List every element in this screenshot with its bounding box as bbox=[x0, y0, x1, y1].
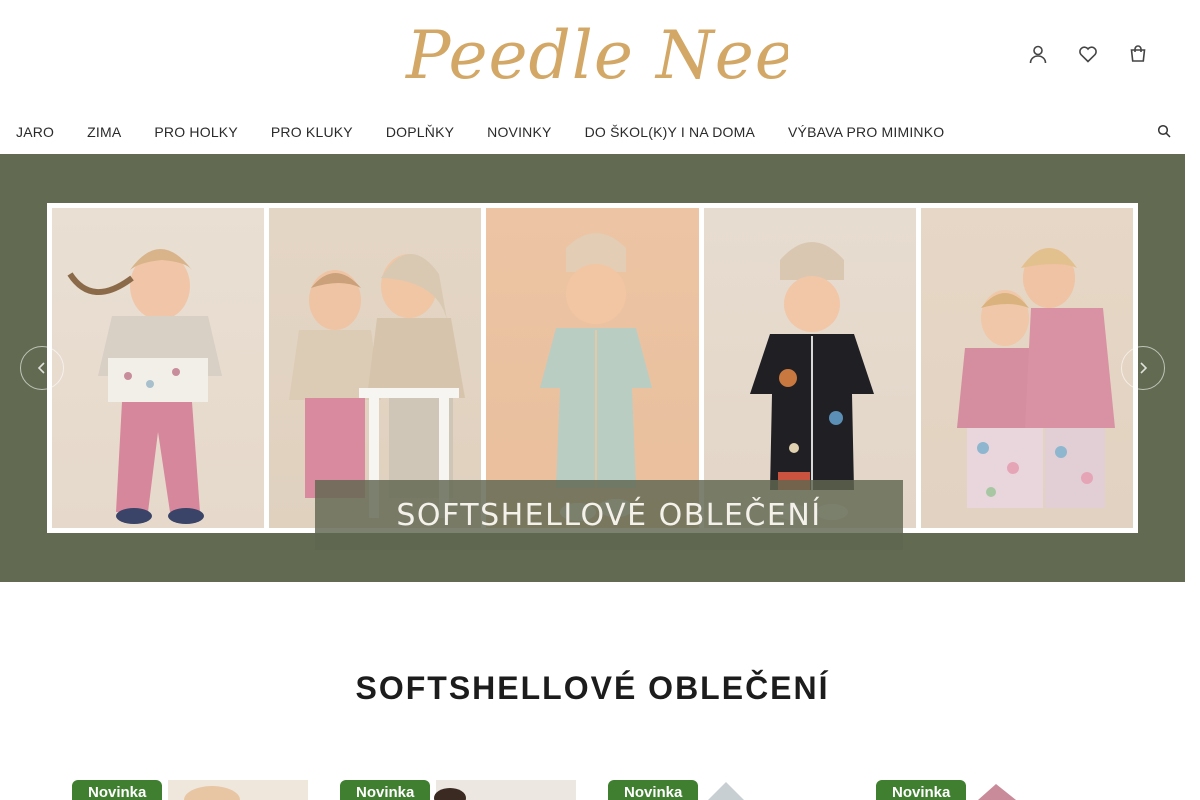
hero-banner-text: SOFTSHELLOVÉ OBLEČENÍ bbox=[396, 497, 822, 533]
nav-item-jaro[interactable]: JARO bbox=[16, 124, 54, 140]
search-icon[interactable] bbox=[1157, 124, 1171, 138]
hero-banner: SOFTSHELLOVÉ OBLEČENÍ bbox=[315, 480, 903, 550]
nav-item-do-skolky[interactable]: DO ŠKOL(K)Y I NA DOMA bbox=[585, 124, 755, 140]
nav-item-pro-kluky[interactable]: PRO KLUKY bbox=[271, 124, 353, 140]
nav-list: JARO ZIMA PRO HOLKY PRO KLUKY DOPLŇKY NO… bbox=[0, 110, 977, 154]
hero-photo bbox=[52, 208, 265, 528]
novinka-badge: Novinka bbox=[72, 780, 163, 800]
section-title: SOFTSHELLOVÉ OBLEČENÍ bbox=[355, 670, 830, 706]
chevron-right-icon bbox=[1140, 362, 1148, 374]
product-card[interactable]: Novinka bbox=[876, 780, 1112, 800]
nav-item-doplnky[interactable]: DOPLŇKY bbox=[386, 124, 454, 140]
logo-text: Peedle Needle bbox=[405, 17, 788, 94]
heart-icon[interactable] bbox=[1077, 42, 1099, 66]
nav-item-vybava-pro-miminko[interactable]: VÝBAVA PRO MIMINKO bbox=[788, 124, 944, 140]
novinka-badge: Novinka bbox=[608, 780, 699, 800]
cart-icon[interactable] bbox=[1127, 42, 1149, 66]
nav-item-zima[interactable]: ZIMA bbox=[87, 124, 121, 140]
site-header: Peedle Needle bbox=[0, 0, 1185, 110]
hero-photo bbox=[915, 208, 1134, 528]
main-navigation: JARO ZIMA PRO HOLKY PRO KLUKY DOPLŇKY NO… bbox=[0, 110, 1185, 154]
nav-item-pro-holky[interactable]: PRO HOLKY bbox=[154, 124, 238, 140]
product-card[interactable]: Novinka bbox=[608, 780, 844, 800]
site-logo[interactable]: Peedle Needle bbox=[398, 12, 899, 100]
product-grid: Novinka Novinka Novinka Novinka bbox=[72, 780, 1172, 800]
chevron-left-icon bbox=[37, 362, 45, 374]
slider-next-button[interactable] bbox=[1121, 346, 1165, 390]
novinka-badge: Novinka bbox=[876, 780, 967, 800]
nav-item-novinky[interactable]: NOVINKY bbox=[487, 124, 551, 140]
novinka-badge: Novinka bbox=[340, 780, 431, 800]
logo-wordmark: Peedle Needle bbox=[405, 17, 899, 94]
user-icon[interactable] bbox=[1027, 42, 1049, 66]
header-actions bbox=[1027, 42, 1149, 66]
product-card[interactable]: Novinka bbox=[72, 780, 308, 800]
slider-prev-button[interactable] bbox=[20, 346, 64, 390]
hero-slider: SOFTSHELLOVÉ OBLEČENÍ bbox=[0, 154, 1185, 582]
hero-collage[interactable]: SOFTSHELLOVÉ OBLEČENÍ bbox=[47, 203, 1138, 550]
product-card[interactable]: Novinka bbox=[340, 780, 576, 800]
